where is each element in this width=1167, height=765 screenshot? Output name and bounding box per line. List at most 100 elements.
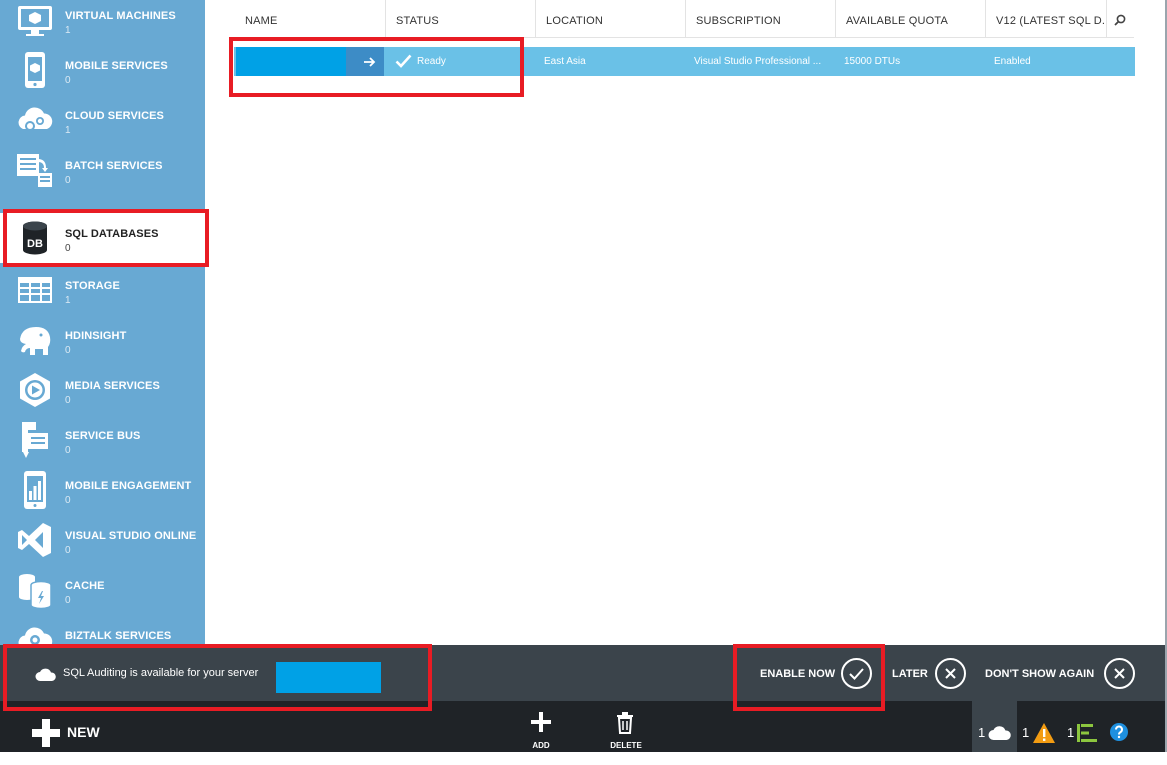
sidebar-item-label: MEDIA SERVICES	[65, 380, 160, 392]
sidebar-item-mobile-services[interactable]: MOBILE SERVICES 0	[0, 45, 205, 95]
dont-show-again-label: DON'T SHOW AGAIN	[985, 668, 1095, 680]
cell-location: East Asia	[544, 56, 586, 67]
delete-label: DELETE	[610, 741, 642, 750]
visual-studio-icon	[14, 519, 56, 561]
later-button[interactable]: LATER	[892, 645, 972, 701]
sidebar-item-count: 0	[65, 595, 71, 606]
checkmark-icon	[841, 658, 872, 689]
redacted-server-name	[276, 662, 381, 693]
progress-status-button[interactable]: 1	[1067, 701, 1107, 752]
sidebar-item-cloud-services[interactable]: CLOUD SERVICES 1	[0, 95, 205, 145]
sidebar-item-label: SERVICE BUS	[65, 430, 141, 442]
sidebar-item-virtual-machines[interactable]: VIRTUAL MACHINES 1	[0, 0, 205, 45]
later-label: LATER	[892, 668, 928, 680]
command-bar: NEW ADD DELETE 1 1 1	[0, 701, 1167, 752]
sidebar-item-count: 1	[65, 125, 71, 136]
notification-message: SQL Auditing is available for your serve…	[63, 667, 259, 679]
biztalk-icon	[14, 619, 56, 645]
column-header-available-quota[interactable]: AVAILABLE QUOTA	[835, 0, 985, 37]
sidebar-item-label: STORAGE	[65, 280, 120, 292]
sidebar-item-count: 1	[65, 295, 71, 306]
sidebar-item-label: MOBILE SERVICES	[65, 60, 168, 72]
enable-now-label: ENABLE NOW	[760, 668, 836, 680]
sidebar-item-cache[interactable]: CACHE 0	[0, 565, 205, 615]
arrow-right-icon	[364, 57, 376, 67]
hdinsight-elephant-icon	[14, 319, 56, 361]
sidebar-item-biztalk-services[interactable]: BIZTALK SERVICES	[0, 615, 205, 645]
sidebar-item-storage[interactable]: STORAGE 1	[0, 265, 205, 315]
grid-search-button[interactable]	[1106, 0, 1135, 37]
redacted-server-name	[236, 47, 346, 76]
cache-icon	[14, 569, 56, 611]
column-header-location[interactable]: LOCATION	[535, 0, 685, 37]
trash-icon	[617, 712, 633, 734]
sidebar-item-sql-databases[interactable]: DB SQL DATABASES 0	[0, 213, 205, 263]
help-button[interactable]	[1110, 701, 1140, 752]
status-text: Ready	[417, 56, 446, 67]
storage-icon	[14, 269, 56, 311]
column-header-name[interactable]: NAME	[235, 0, 385, 37]
sidebar-item-mobile-engagement[interactable]: MOBILE ENGAGEMENT 0	[0, 465, 205, 515]
column-header-subscription[interactable]: SUBSCRIPTION	[685, 0, 835, 37]
db-icon-text: DB	[27, 238, 43, 250]
search-icon	[1114, 14, 1126, 26]
warning-status-count: 1	[1022, 725, 1030, 740]
warning-status-button[interactable]: 1	[1022, 701, 1062, 752]
delete-button[interactable]: DELETE	[606, 709, 646, 751]
add-label: ADD	[532, 741, 550, 750]
status-indicators: 1 1 1	[972, 701, 1165, 752]
sidebar-item-service-bus[interactable]: SERVICE BUS 0	[0, 415, 205, 465]
cell-v12: Enabled	[994, 56, 1031, 67]
row-open-button[interactable]	[346, 47, 384, 76]
batch-services-icon	[14, 149, 56, 191]
add-button[interactable]: ADD	[521, 709, 561, 751]
sidebar-item-label: BATCH SERVICES	[65, 160, 163, 172]
sidebar-item-label: VISUAL STUDIO ONLINE	[65, 530, 197, 542]
sidebar-item-label: SQL DATABASES	[65, 228, 159, 240]
enable-now-button[interactable]: ENABLE NOW	[760, 645, 875, 701]
table-row[interactable]: Ready East Asia Visual Studio Profession…	[234, 47, 1135, 76]
media-services-icon	[14, 369, 56, 411]
column-header-v12[interactable]: V12 (LATEST SQL D...	[985, 0, 1106, 37]
cell-name[interactable]	[234, 47, 384, 76]
sidebar-item-label: VIRTUAL MACHINES	[65, 10, 176, 22]
sidebar-item-count: 0	[65, 445, 71, 456]
sidebar-item-media-services[interactable]: MEDIA SERVICES 0	[0, 365, 205, 415]
sidebar-item-batch-services[interactable]: BATCH SERVICES 0	[0, 145, 205, 195]
sidebar-item-visual-studio-online[interactable]: VISUAL STUDIO ONLINE 0	[0, 515, 205, 565]
dont-show-again-button[interactable]: DON'T SHOW AGAIN	[985, 645, 1140, 701]
sidebar-item-count: 0	[65, 243, 71, 254]
sidebar-item-label: CLOUD SERVICES	[65, 110, 164, 122]
help-icon	[1110, 723, 1128, 741]
sidebar-item-label: BIZTALK SERVICES	[65, 630, 172, 642]
sidebar-item-count: 0	[65, 345, 71, 356]
close-icon	[1104, 658, 1135, 689]
cell-subscription: Visual Studio Professional ...	[694, 56, 822, 67]
checkmark-icon	[395, 54, 412, 68]
sidebar-item-count: 0	[65, 75, 71, 86]
sql-database-icon: DB	[14, 218, 56, 260]
sidebar-item-count: 0	[65, 395, 71, 406]
cloud-status-button[interactable]: 1	[972, 701, 1017, 752]
plus-icon	[531, 712, 551, 732]
new-label: NEW	[67, 724, 100, 740]
cloud-services-icon	[14, 99, 56, 141]
progress-list-icon	[1077, 724, 1097, 742]
cloud-icon	[988, 726, 1011, 740]
cell-status: Ready	[384, 47, 534, 76]
close-icon	[935, 658, 966, 689]
column-header-status[interactable]: STATUS	[385, 0, 535, 37]
sidebar-nav: VIRTUAL MACHINES 1 MOBILE SERVICES 0 CLO…	[0, 0, 205, 645]
service-bus-icon	[14, 419, 56, 461]
warning-icon	[1033, 723, 1055, 743]
sidebar-item-count: 0	[65, 495, 71, 506]
sidebar-item-label: MOBILE ENGAGEMENT	[65, 480, 192, 492]
cloud-icon	[35, 668, 56, 681]
progress-status-count: 1	[1067, 725, 1075, 740]
sidebar-item-label: HDINSIGHT	[65, 330, 127, 342]
sidebar-item-hdinsight[interactable]: HDINSIGHT 0	[0, 315, 205, 365]
plus-icon	[32, 719, 60, 747]
sql-databases-grid: NAME STATUS LOCATION SUBSCRIPTION AVAILA…	[205, 0, 1165, 645]
virtual-machine-icon	[14, 0, 56, 41]
sidebar-item-count: 0	[65, 545, 71, 556]
